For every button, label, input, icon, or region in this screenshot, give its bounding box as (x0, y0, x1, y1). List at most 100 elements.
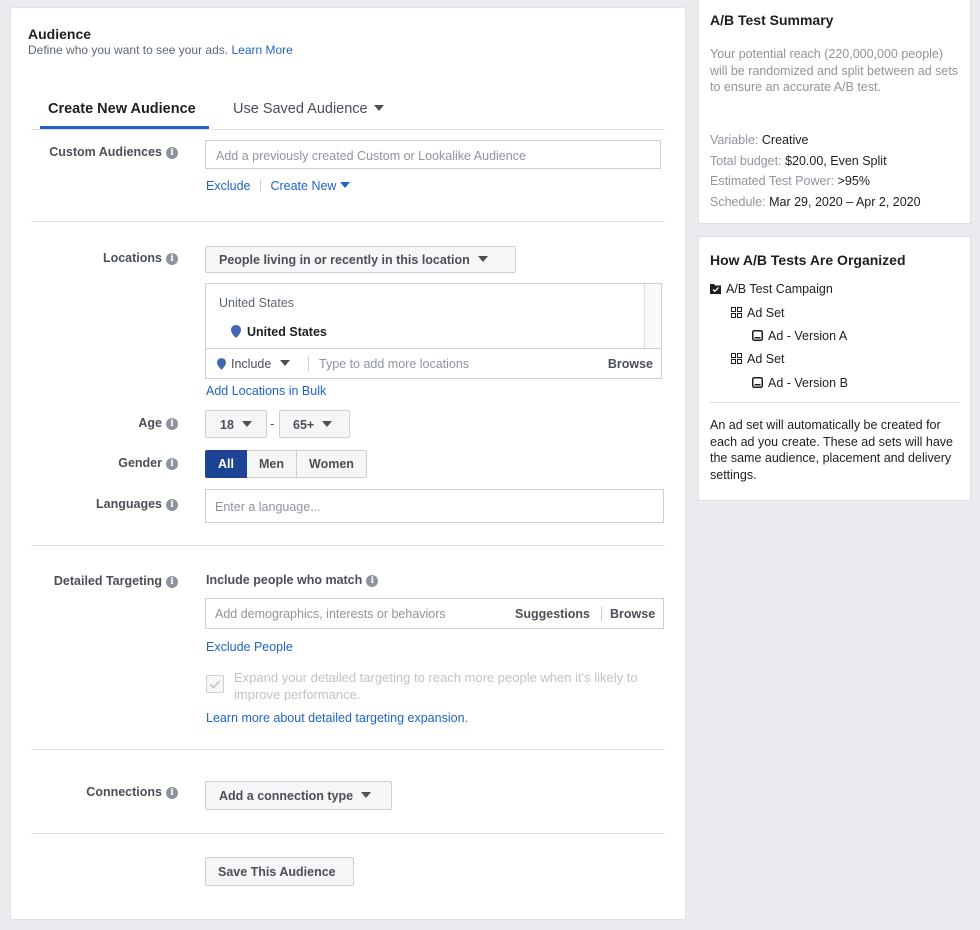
include-people-label: Include people who match i (206, 573, 379, 587)
expand-targeting-checkbox[interactable] (206, 675, 224, 693)
gender-women-button[interactable]: Women (297, 450, 367, 478)
checkbox-icon (209, 680, 221, 689)
divider (31, 545, 665, 546)
connection-type-label: Add a connection type (219, 789, 354, 803)
include-dropdown[interactable]: Include (217, 357, 291, 371)
languages-label-text: Languages (96, 497, 162, 511)
divider (31, 833, 665, 834)
location-pin-icon (231, 325, 241, 338)
caret-down-icon (322, 421, 333, 427)
locations-label-text: Locations (102, 251, 162, 265)
separator (259, 179, 261, 192)
location-type-dropdown[interactable]: People living in or recently in this loc… (205, 246, 516, 273)
ad-icon (752, 377, 763, 388)
custom-audience-actions: Exclude Create New (206, 179, 351, 193)
tabs-divider (31, 129, 665, 130)
save-audience-button[interactable]: Save This Audience (205, 857, 354, 886)
ad-set-icon (731, 353, 742, 364)
ad-icon (752, 330, 763, 341)
ab-test-summary-panel: A/B Test Summary Your potential reach (2… (698, 0, 971, 224)
tab-use-saved-audience[interactable]: Use Saved Audience (233, 101, 384, 117)
gender-label: Gender i (18, 456, 178, 470)
info-icon[interactable]: i (366, 575, 379, 587)
organized-note: An ad set will automatically be created … (710, 418, 953, 482)
age-max-value: 65+ (293, 418, 315, 432)
connection-type-dropdown[interactable]: Add a connection type (205, 781, 392, 810)
organized-title: How A/B Tests Are Organized (710, 252, 906, 268)
divider (31, 749, 665, 750)
ad-set-icon (731, 307, 742, 318)
info-icon[interactable]: i (166, 147, 178, 159)
tree-campaign: A/B Test Campaign (710, 282, 833, 296)
suggestions-button[interactable]: Suggestions (515, 607, 590, 621)
location-input-row: Include Type to add more locations Brows… (206, 348, 661, 378)
tree-ad-set-1: Ad Set (731, 306, 785, 320)
languages-input[interactable]: Enter a language... (205, 489, 664, 523)
create-new-label: Create New (270, 179, 337, 193)
exclude-link[interactable]: Exclude (206, 179, 250, 193)
caret-down-icon (340, 182, 351, 188)
summary-value: Mar 29, 2020 – Apr 2, 2020 (769, 194, 921, 209)
age-label-text: Age (138, 416, 162, 430)
location-country-header: United States (219, 296, 295, 310)
campaign-icon (710, 284, 721, 294)
create-new-link[interactable]: Create New (270, 179, 351, 193)
info-icon[interactable]: i (166, 576, 178, 588)
location-search-input[interactable]: Type to add more locations (319, 357, 469, 371)
summary-row-budget: Total budget: $20.00, Even Split (710, 151, 968, 172)
campaign-label: A/B Test Campaign (726, 282, 833, 296)
info-icon[interactable]: i (166, 418, 178, 430)
gender-all-button[interactable]: All (205, 450, 247, 478)
detailed-targeting-learn-more-link[interactable]: Learn more about detailed targeting expa… (206, 711, 468, 725)
info-icon[interactable]: i (166, 787, 178, 799)
age-max-dropdown[interactable]: 65+ (279, 410, 350, 438)
summary-description: Your potential reach (220,000,000 people… (710, 47, 959, 94)
custom-audiences-label-text: Custom Audiences (49, 145, 162, 159)
summary-row-schedule: Schedule: Mar 29, 2020 – Apr 2, 2020 (710, 192, 968, 213)
locations-label: Locations i (18, 251, 178, 265)
separator (601, 606, 602, 621)
separator (308, 356, 309, 371)
summary-value: >95% (837, 174, 870, 188)
detailed-targeting-input-box: Add demographics, interests or behaviors… (205, 598, 664, 629)
divider (31, 221, 665, 222)
detailed-targeting-label: Detailed Targeting i (18, 574, 178, 588)
summary-title: A/B Test Summary (710, 12, 834, 28)
ad-set-label: Ad Set (747, 352, 785, 366)
include-label: Include (231, 357, 272, 371)
add-locations-bulk-link[interactable]: Add Locations in Bulk (206, 384, 326, 398)
detailed-targeting-input[interactable]: Add demographics, interests or behaviors (215, 607, 446, 621)
gender-toggle: All Men Women (205, 450, 367, 478)
location-pin-icon (217, 358, 226, 370)
age-min-dropdown[interactable]: 18 (205, 410, 267, 438)
selected-location[interactable]: United States (231, 325, 327, 339)
custom-audience-input[interactable]: Add a previously created Custom or Looka… (205, 140, 661, 169)
divider (710, 402, 960, 403)
info-icon[interactable]: i (166, 253, 178, 265)
connections-label: Connections i (18, 785, 178, 799)
gender-men-button[interactable]: Men (247, 450, 297, 478)
ad-label: Ad - Version A (768, 329, 848, 343)
summary-details: Variable: Creative Total budget: $20.00,… (710, 130, 968, 212)
connections-label-text: Connections (86, 785, 162, 799)
summary-key: Schedule: (710, 194, 766, 209)
caret-down-icon (280, 360, 291, 366)
learn-more-link[interactable]: Learn More (231, 43, 292, 57)
info-icon[interactable]: i (166, 458, 178, 470)
audience-title: Audience (28, 26, 92, 42)
caret-down-icon (373, 105, 384, 111)
info-icon[interactable]: i (166, 499, 178, 511)
audience-subtitle: Define who you want to see your ads. Lea… (28, 43, 293, 57)
location-browse-button[interactable]: Browse (608, 357, 653, 371)
tab-use-saved-audience-label: Use Saved Audience (233, 101, 368, 117)
tab-create-new-audience[interactable]: Create New Audience (48, 101, 196, 117)
age-label: Age i (18, 416, 178, 430)
audience-subtitle-text: Define who you want to see your ads. (28, 43, 229, 57)
tree-ad-set-2: Ad Set (731, 352, 785, 366)
summary-row-variable: Variable: Creative (710, 130, 968, 151)
summary-key: Variable: (710, 133, 759, 147)
exclude-people-link[interactable]: Exclude People (206, 640, 293, 654)
location-scrollbar[interactable] (644, 284, 661, 348)
detailed-targeting-browse-button[interactable]: Browse (610, 607, 655, 621)
languages-label: Languages i (18, 497, 178, 511)
